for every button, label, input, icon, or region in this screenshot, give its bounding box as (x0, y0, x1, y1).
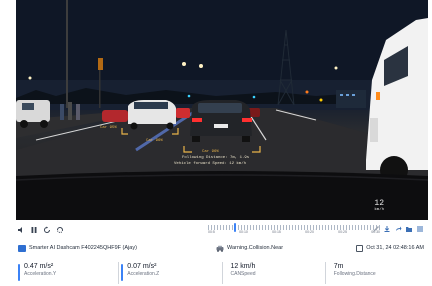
event-info-row: Smarter AI Dashcam F402245QHF9F (Ajay) W… (16, 241, 428, 255)
metric-value: 12 km/h (230, 263, 256, 270)
pause-button[interactable] (29, 225, 39, 235)
road-scene (16, 0, 428, 220)
collision-warning-icon (216, 245, 224, 252)
volume-icon[interactable] (16, 225, 26, 235)
tick-label: 00:15 (272, 230, 281, 234)
replay-icon[interactable] (42, 225, 52, 235)
settings-icon[interactable] (416, 225, 424, 233)
metric-acceleration-z: 0.07 m/s² Acceleration.Z (118, 262, 221, 284)
event-time: Oct 31, 24 02:48:16 AM (356, 244, 424, 252)
speed-overlay: 12 km/h (374, 200, 384, 214)
metric-value: 0.47 m/s² (24, 263, 54, 270)
metric-label: Acceleration.Z (127, 271, 160, 277)
event-label: Warning.Collision.Near (227, 245, 284, 251)
calendar-icon (356, 244, 364, 252)
detection-label-car-white: Car 96% (146, 139, 163, 143)
metric-indicator (18, 264, 20, 281)
sensor-metrics: 0.47 m/s² Acceleration.Y 0.07 m/s² Accel… (16, 262, 428, 284)
forward-speed-overlay: Vehicle forward Speed: 12 km/h (174, 162, 247, 166)
metric-value: 0.07 m/s² (127, 263, 157, 270)
dashcam-event-viewer: Car 95% Car 96% Car 96% Following Distan… (0, 0, 432, 286)
speed-overlay-unit: km/h (374, 208, 384, 212)
tick-label: 00:5 (208, 230, 215, 234)
metric-value: 7m (333, 263, 344, 270)
dashcam-video-frame[interactable]: Car 95% Car 96% Car 96% Following Distan… (16, 0, 428, 220)
timeline-scrubber[interactable]: 00:5 00:10 00:15 00:20 00:25 00:30 (208, 223, 380, 236)
media-toolbar (372, 225, 424, 233)
event-type: Warning.Collision.Near (216, 245, 283, 252)
metric-label: Following.Distance (333, 271, 376, 277)
device-name[interactable]: Smarter AI Dashcam F402245QHF9F (Ajay) (29, 245, 137, 251)
metric-can-speed: 12 km/h CANSpeed (221, 262, 325, 284)
timeline-tick-labels: 00:5 00:10 00:15 00:20 00:25 00:30 (208, 230, 380, 234)
metric-label: CANSpeed (230, 271, 256, 277)
following-distance-overlay: Following Distance: 7m, 1.9s (182, 156, 250, 160)
edit-icon[interactable] (372, 225, 380, 233)
tick-label: 00:10 (239, 230, 248, 234)
metric-acceleration-y: 0.47 m/s² Acceleration.Y (16, 262, 118, 284)
tick-label: 00:20 (305, 230, 314, 234)
share-icon[interactable] (394, 225, 402, 233)
metric-indicator (121, 264, 124, 281)
dashcam-icon (18, 244, 26, 252)
metric-label: Acceleration.Y (24, 271, 57, 277)
playback-controls: 00:5 00:10 00:15 00:20 00:25 00:30 (16, 222, 428, 238)
detection-label-car-front: Car 96% (202, 150, 219, 154)
tick-label: 00:25 (338, 230, 347, 234)
loop-icon[interactable] (55, 225, 65, 235)
detection-label-car-left: Car 95% (100, 126, 117, 130)
event-timestamp: Oct 31, 24 02:48:16 AM (366, 245, 424, 251)
download-icon[interactable] (383, 225, 391, 233)
device-info: Smarter AI Dashcam F402245QHF9F (Ajay) (18, 244, 137, 252)
metric-following-distance: 7m Following.Distance (324, 262, 428, 284)
folder-icon[interactable] (405, 225, 413, 233)
